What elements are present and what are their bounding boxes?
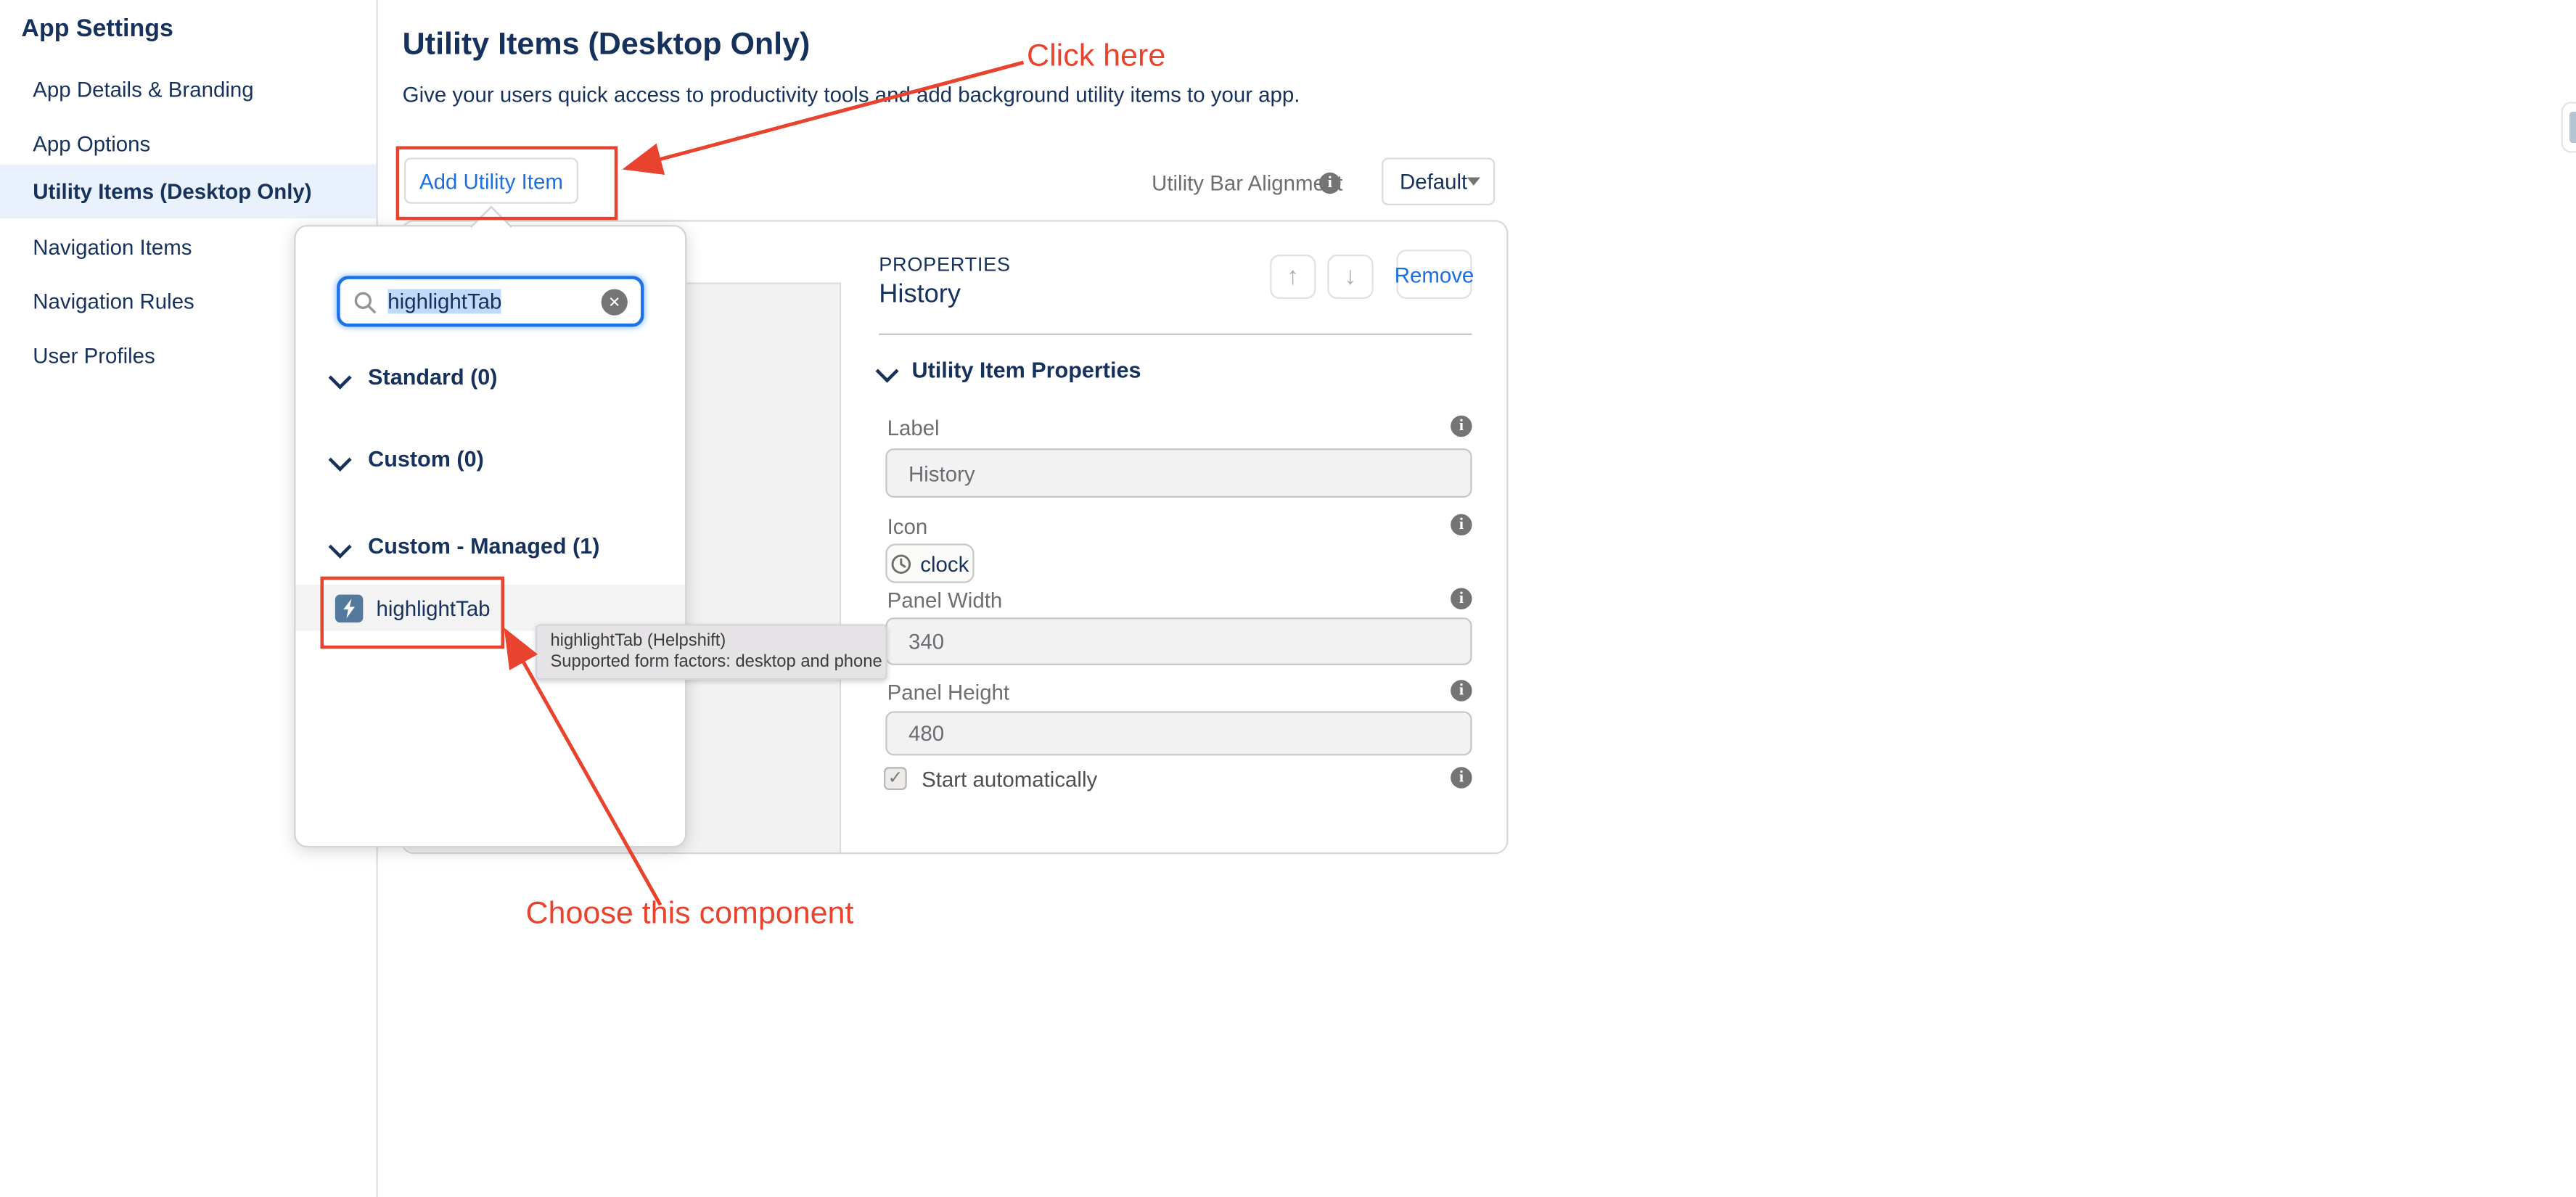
start-automatically-label: Start automatically xyxy=(922,767,1097,791)
panel-height-value: 480 xyxy=(908,721,944,746)
chevron-down-icon xyxy=(876,359,899,382)
chevron-down-icon xyxy=(329,366,352,389)
panel-width-label: Panel Width xyxy=(887,588,1003,613)
chevron-down-icon xyxy=(329,448,352,471)
tooltip-line-1: highlightTab (Helpshift) xyxy=(550,630,872,651)
move-down-button[interactable]: ↓ xyxy=(1327,255,1373,299)
clear-icon[interactable]: ✕ xyxy=(602,288,628,314)
info-icon[interactable]: i xyxy=(1319,173,1340,194)
sidebar-item-utility-items[interactable]: Utility Items (Desktop Only) xyxy=(0,164,376,218)
caret-down-icon xyxy=(1467,178,1480,186)
search-input-value: highlightTab xyxy=(387,289,501,313)
component-tooltip: highlightTab (Helpshift) Supported form … xyxy=(536,624,887,680)
label-field-value: History xyxy=(908,461,975,485)
sidebar-title: App Settings xyxy=(21,15,173,42)
app-manager-utility-items-screen: App Settings App Details & Branding App … xyxy=(0,0,2576,1197)
label-field-label: Label xyxy=(887,416,940,440)
label-field-input[interactable]: History xyxy=(885,448,1472,498)
clock-icon xyxy=(891,553,912,574)
edge-widget-thumb xyxy=(2569,112,2576,143)
tooltip-line-2: Supported form factors: desktop and phon… xyxy=(550,652,872,673)
annotation-click-here: Click here xyxy=(1027,39,1165,75)
info-icon[interactable]: i xyxy=(1451,514,1472,535)
check-icon: ✓ xyxy=(887,769,903,789)
section-standard[interactable]: Standard (0) xyxy=(332,365,497,390)
section-custom[interactable]: Custom (0) xyxy=(332,447,483,472)
icon-picker-button[interactable]: clock xyxy=(885,543,974,583)
utility-search-input[interactable]: highlightTab ✕ xyxy=(337,276,644,326)
lightning-component-icon xyxy=(335,593,363,621)
remove-button[interactable]: Remove xyxy=(1396,250,1472,299)
page-title: Utility Items (Desktop Only) xyxy=(403,28,811,64)
chevron-down-icon xyxy=(329,535,352,558)
section-standard-label: Standard (0) xyxy=(368,365,497,390)
utility-bar-alignment-label: Utility Bar Alignment xyxy=(1152,170,1342,195)
arrow-up-icon: ↑ xyxy=(1287,263,1299,290)
icon-field-label: Icon xyxy=(887,514,928,539)
panel-height-input[interactable]: 480 xyxy=(885,711,1472,755)
page-description: Give your users quick access to producti… xyxy=(403,82,1300,107)
lightning-bolt-icon xyxy=(340,597,358,618)
utility-item-properties-section-header[interactable]: Utility Item Properties xyxy=(879,358,1141,383)
panel-width-value: 340 xyxy=(908,629,944,654)
section-custom-managed[interactable]: Custom - Managed (1) xyxy=(332,534,599,559)
arrow-down-icon: ↓ xyxy=(1345,263,1357,290)
add-utility-item-popover: highlightTab ✕ Standard (0) Custom (0) C… xyxy=(294,225,686,847)
panel-width-input[interactable]: 340 xyxy=(885,617,1472,665)
section-title: Utility Item Properties xyxy=(912,358,1141,383)
section-custom-managed-label: Custom - Managed (1) xyxy=(368,534,599,559)
popover-nubbin xyxy=(469,206,512,248)
sidebar-item-app-details-branding[interactable]: App Details & Branding xyxy=(0,62,376,117)
edge-widget-fragment[interactable] xyxy=(2561,102,2576,152)
sidebar-item-app-options[interactable]: App Options xyxy=(0,117,376,171)
start-automatically-checkbox[interactable]: ✓ xyxy=(884,767,907,790)
alignment-dropdown-value: Default xyxy=(1400,169,1467,194)
divider xyxy=(879,334,1472,335)
annotation-choose-component: Choose this component xyxy=(525,897,853,933)
info-icon[interactable]: i xyxy=(1451,680,1472,701)
icon-field-value: clock xyxy=(920,551,969,576)
annotation-arrow-click-here xyxy=(629,62,1023,168)
info-icon[interactable]: i xyxy=(1451,767,1472,788)
info-icon[interactable]: i xyxy=(1451,588,1472,609)
section-custom-label: Custom (0) xyxy=(368,447,484,472)
info-icon[interactable]: i xyxy=(1451,416,1472,437)
selected-utility-item-name: History xyxy=(879,281,961,310)
component-result-label: highlightTab xyxy=(376,596,490,620)
move-up-button[interactable]: ↑ xyxy=(1270,255,1316,299)
add-utility-item-button[interactable]: Add Utility Item xyxy=(404,157,578,203)
properties-eyebrow: PROPERTIES xyxy=(879,253,1010,276)
search-icon xyxy=(353,290,377,313)
panel-height-label: Panel Height xyxy=(887,680,1010,704)
alignment-dropdown[interactable]: Default xyxy=(1382,157,1495,205)
